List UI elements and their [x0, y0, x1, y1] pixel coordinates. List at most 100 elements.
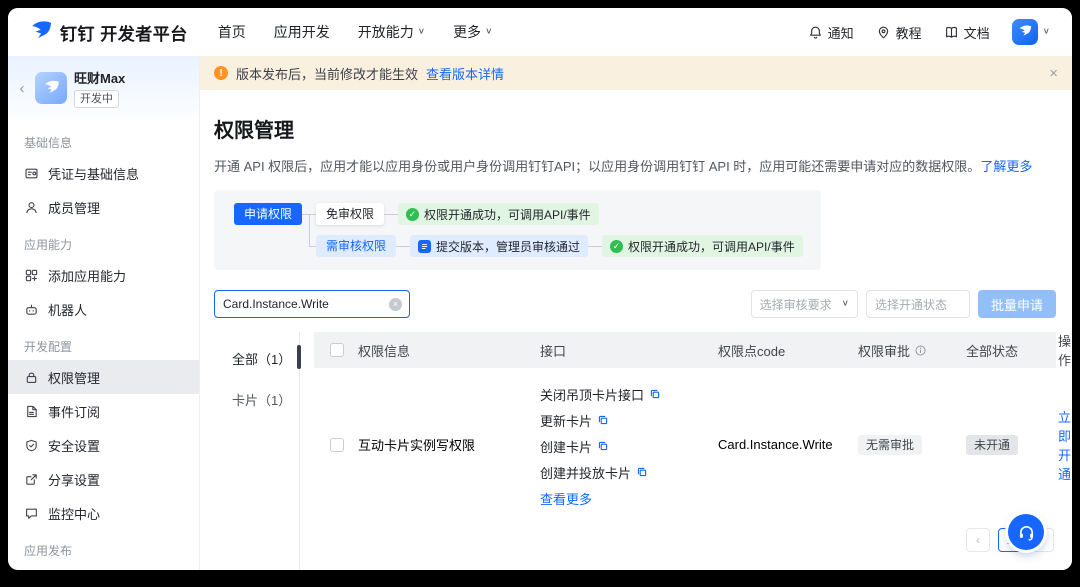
- sidebar-menu: 基础信息 凭证与基础信息 成员管理 应用能力 添加应用能力 机器人: [8, 120, 199, 570]
- top-navbar: 钉钉 开发者平台 首页 应用开发 开放能力∨ 更多∨ 通知 教程 文档 ∨: [8, 8, 1072, 56]
- grid-plus-icon: [24, 268, 39, 283]
- table-toolbar: × 选择审核要求 ∨ 选择开通状态 批量申请: [214, 290, 1056, 318]
- status-tag: 未开通: [966, 435, 1018, 455]
- flow-connector: [588, 246, 602, 247]
- api-item: 创建并投放卡片: [540, 459, 718, 485]
- open-doc-icon[interactable]: [597, 414, 609, 426]
- review-permission-node: 需审核权限: [316, 235, 396, 257]
- dingtalk-logo-icon: [28, 19, 54, 45]
- banner-text: 版本发布后，当前修改才能生效: [236, 64, 418, 83]
- batch-apply-button[interactable]: 批量申请: [978, 290, 1056, 318]
- api-item: 创建卡片: [540, 433, 718, 459]
- sidebar-item-members[interactable]: 成员管理: [8, 190, 199, 224]
- category-list: 全部（1） 卡片（1）: [214, 332, 300, 570]
- header-status: 全部状态: [966, 341, 1058, 360]
- group-title-dev-config: 开发配置: [8, 326, 199, 360]
- app-status-badge: 开发中: [74, 90, 119, 108]
- toolbar-right: 选择审核要求 ∨ 选择开通状态 批量申请: [751, 290, 1056, 318]
- header-action: 操作: [1058, 331, 1071, 369]
- review-requirement-select[interactable]: 选择审核要求 ∨: [751, 290, 858, 318]
- open-status-select[interactable]: 选择开通状态: [866, 290, 970, 318]
- warning-icon: !: [214, 66, 228, 80]
- sidebar-item-add-capability[interactable]: 添加应用能力: [8, 258, 199, 292]
- person-icon: [24, 200, 39, 215]
- check-circle-icon: ✓: [406, 208, 419, 221]
- brand[interactable]: 钉钉 开发者平台: [28, 19, 188, 45]
- info-icon[interactable]: [914, 344, 927, 357]
- row-checkbox[interactable]: [330, 438, 344, 452]
- learn-more-link[interactable]: 了解更多: [980, 159, 1032, 174]
- notifications-button[interactable]: 通知: [808, 23, 854, 42]
- chevron-down-icon: ∨: [1043, 28, 1050, 37]
- flow-row-free: 申请权限 免审权限 ✓ 权限开通成功，可调用API/事件: [234, 203, 803, 225]
- api-list: 关闭吊顶卡片接口 更新卡片 创建卡片: [540, 381, 718, 508]
- nav-home[interactable]: 首页: [218, 22, 246, 42]
- group-title-release: 应用发布: [8, 530, 199, 564]
- dingtalk-logo-icon: [42, 79, 61, 98]
- map-pin-icon: [876, 25, 891, 40]
- nav-app-development[interactable]: 应用开发: [274, 22, 330, 42]
- category-card[interactable]: 卡片（1）: [232, 383, 299, 416]
- dingtalk-logo-icon: [1017, 24, 1033, 40]
- share-icon: [24, 472, 39, 487]
- sidebar-item-credentials[interactable]: 凭证与基础信息: [8, 156, 199, 190]
- sidebar-item-event-subscription[interactable]: 事件订阅: [8, 394, 199, 428]
- open-doc-icon[interactable]: [649, 388, 661, 400]
- avatar: [1012, 19, 1038, 45]
- flow-connector: [384, 214, 398, 215]
- close-icon[interactable]: ×: [1049, 66, 1058, 81]
- document-icon: [24, 404, 39, 419]
- table-row: 互动卡片实例写权限 关闭吊顶卡片接口 更新卡片: [314, 368, 1056, 512]
- chevron-down-icon: ∨: [842, 300, 849, 309]
- view-more-link[interactable]: 查看更多: [540, 489, 592, 508]
- flow-elbow-connector: [309, 214, 310, 246]
- api-item: 更新卡片: [540, 407, 718, 433]
- clear-search-icon[interactable]: ×: [389, 298, 402, 311]
- account-menu[interactable]: ∨: [1012, 19, 1050, 45]
- check-circle-icon: ✓: [610, 240, 623, 253]
- category-all[interactable]: 全部（1）: [232, 342, 299, 375]
- page-title: 权限管理: [214, 114, 1056, 143]
- customer-service-icon: [1017, 523, 1036, 542]
- tutorial-button[interactable]: 教程: [876, 23, 922, 42]
- sidebar-collapse-button[interactable]: ‹: [16, 81, 28, 96]
- nav-open-capabilities[interactable]: 开放能力∨: [358, 22, 425, 42]
- chat-bubble-icon: [24, 506, 39, 521]
- book-icon: [944, 25, 959, 40]
- permission-name: 互动卡片实例写权限: [358, 435, 540, 454]
- navbar-actions: 通知 教程 文档 ∨: [808, 19, 1050, 45]
- app-meta: 旺财Max 开发中: [74, 68, 125, 108]
- assistant-fab-button[interactable]: [1008, 514, 1044, 550]
- review-step-badge: 提交版本，管理员审核通过: [410, 235, 588, 257]
- app-avatar: [35, 72, 67, 104]
- prev-page-button[interactable]: ‹: [966, 528, 990, 552]
- group-title-basic-info: 基础信息: [8, 122, 199, 156]
- nav-more[interactable]: 更多∨: [453, 22, 492, 42]
- free-permission-node: 免审权限: [316, 203, 384, 225]
- open-doc-icon[interactable]: [636, 466, 648, 478]
- permission-flow-diagram: 申请权限 免审权限 ✓ 权限开通成功，可调用API/事件 需审核权限: [214, 190, 821, 270]
- docs-button[interactable]: 文档: [944, 23, 990, 42]
- view-version-details-link[interactable]: 查看版本详情: [426, 64, 504, 83]
- sidebar-item-version-release[interactable]: 版本管理与发布: [8, 564, 199, 570]
- sidebar-item-share-settings[interactable]: 分享设置: [8, 462, 199, 496]
- body: ‹ 旺财Max 开发中 基础信息 凭证与基础信息 成员管理 应用能力: [8, 56, 1072, 570]
- open-doc-icon[interactable]: [597, 440, 609, 452]
- flow-connector: [396, 246, 410, 247]
- header-api: 接口: [540, 341, 718, 360]
- open-now-link[interactable]: 立即开通: [1058, 410, 1071, 482]
- content: 权限管理 开通 API 权限后，应用才能以应用身份或用户身份调用钉钉API；以应…: [200, 90, 1072, 570]
- select-all-checkbox[interactable]: [330, 343, 344, 357]
- brand-title: 钉钉 开发者平台: [60, 20, 188, 45]
- sidebar-item-permissions[interactable]: 权限管理: [8, 360, 199, 394]
- permission-code: Card.Instance.Write: [718, 437, 858, 452]
- sidebar-item-security[interactable]: 安全设置: [8, 428, 199, 462]
- sidebar-item-robot[interactable]: 机器人: [8, 292, 199, 326]
- free-result-badge: ✓ 权限开通成功，可调用API/事件: [398, 203, 599, 225]
- flow-row-review: 需审核权限 提交版本，管理员审核通过 ✓ 权限开通成功，可调用API/事件: [234, 235, 803, 257]
- sidebar: ‹ 旺财Max 开发中 基础信息 凭证与基础信息 成员管理 应用能力: [8, 56, 200, 570]
- sidebar-item-monitor-center[interactable]: 监控中心: [8, 496, 199, 530]
- header-permission-info: 权限信息: [358, 341, 540, 360]
- search-input[interactable]: [223, 297, 389, 311]
- id-card-icon: [24, 166, 39, 181]
